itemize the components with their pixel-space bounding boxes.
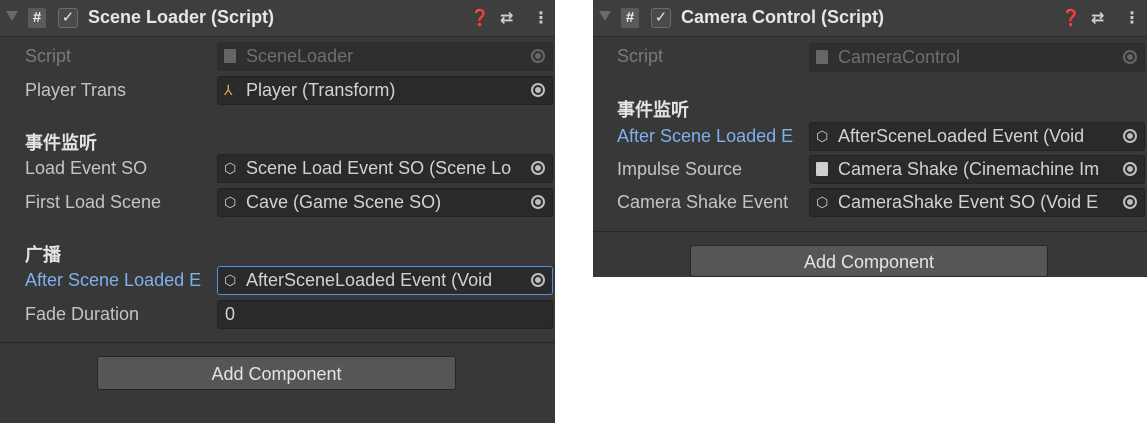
impulse-source-value: Camera Shake (Cinemachine Im bbox=[838, 159, 1100, 179]
load-event-so-value: Scene Load Event SO (Scene Lo bbox=[246, 158, 512, 178]
camera-shake-event-value: CameraShake Event SO (Void E bbox=[838, 192, 1099, 212]
object-picker-icon[interactable] bbox=[1116, 189, 1144, 216]
component-header[interactable]: # ✓ Camera Control (Script) ❓ ⇄ ⋮ bbox=[593, 0, 1147, 37]
help-icon[interactable]: ❓ bbox=[470, 8, 490, 28]
object-picker-icon[interactable] bbox=[524, 77, 552, 104]
impulse-source-field[interactable]: Camera Shake (Cinemachine Im bbox=[809, 155, 1145, 184]
script-field: SceneLoader bbox=[217, 42, 553, 71]
divider bbox=[0, 342, 555, 343]
help-icon[interactable]: ❓ bbox=[1061, 8, 1081, 28]
object-picker-icon[interactable] bbox=[524, 189, 552, 216]
foldout-caret-icon[interactable] bbox=[599, 11, 611, 21]
enabled-checkbox[interactable]: ✓ bbox=[58, 8, 78, 28]
presets-icon[interactable]: ⇄ bbox=[500, 8, 513, 28]
scriptable-object-icon: ⬡ bbox=[816, 128, 829, 144]
player-trans-value: Player (Transform) bbox=[246, 80, 396, 100]
camera-control-inspector: # ✓ Camera Control (Script) ❓ ⇄ ⋮ Script… bbox=[593, 0, 1147, 277]
enabled-checkbox[interactable]: ✓ bbox=[651, 8, 671, 28]
component-header[interactable]: # ✓ Scene Loader (Script) ❓ ⇄ ⋮ bbox=[0, 0, 555, 37]
divider bbox=[593, 231, 1147, 232]
camera-shake-event-field[interactable]: ⬡ CameraShake Event SO (Void E bbox=[809, 188, 1145, 217]
presets-icon[interactable]: ⇄ bbox=[1091, 8, 1104, 28]
object-picker-icon[interactable] bbox=[524, 155, 552, 182]
add-component-button[interactable]: Add Component bbox=[97, 356, 456, 390]
fade-duration-label: Fade Duration bbox=[25, 304, 140, 324]
object-picker-icon bbox=[1116, 44, 1144, 71]
camera-shake-event-label: Camera Shake Event bbox=[617, 192, 789, 212]
load-event-so-field[interactable]: ⬡ Scene Load Event SO (Scene Lo bbox=[217, 154, 553, 183]
object-picker-icon[interactable] bbox=[1116, 156, 1144, 183]
scriptable-object-icon: ⬡ bbox=[224, 160, 237, 176]
player-trans-field[interactable]: ⅄ Player (Transform) bbox=[217, 76, 553, 105]
scene-loader-inspector: # ✓ Scene Loader (Script) ❓ ⇄ ⋮ Script S… bbox=[0, 0, 555, 423]
csharp-script-icon bbox=[224, 49, 236, 65]
scriptable-object-icon: ⬡ bbox=[224, 272, 237, 288]
csharp-script-icon: # bbox=[621, 8, 639, 28]
first-load-scene-value: Cave (Game Scene SO) bbox=[246, 192, 442, 212]
fade-duration-input[interactable]: 0 bbox=[217, 300, 553, 329]
first-load-scene-field[interactable]: ⬡ Cave (Game Scene SO) bbox=[217, 188, 553, 217]
after-scene-loaded-label: After Scene Loaded E bbox=[25, 270, 202, 290]
component-title: Scene Loader (Script) bbox=[88, 7, 275, 27]
after-scene-loaded-field[interactable]: ⬡ AfterSceneLoaded Event (Void bbox=[809, 122, 1145, 151]
object-picker-icon bbox=[524, 43, 552, 70]
script-value: CameraControl bbox=[838, 47, 961, 67]
kebab-menu-icon[interactable]: ⋮ bbox=[533, 8, 549, 28]
kebab-menu-icon[interactable]: ⋮ bbox=[1124, 8, 1140, 28]
after-scene-loaded-field[interactable]: ⬡ AfterSceneLoaded Event (Void bbox=[217, 266, 553, 295]
component-title: Camera Control (Script) bbox=[681, 7, 885, 27]
section-heading-broadcast: 广播 bbox=[25, 245, 61, 265]
script-label: Script bbox=[617, 46, 664, 66]
csharp-script-icon bbox=[816, 50, 828, 66]
load-event-so-label: Load Event SO bbox=[25, 158, 148, 178]
after-scene-loaded-value: AfterSceneLoaded Event (Void bbox=[838, 126, 1085, 146]
impulse-source-label: Impulse Source bbox=[617, 159, 743, 179]
fade-duration-value: 0 bbox=[225, 304, 236, 324]
after-scene-loaded-label: After Scene Loaded E bbox=[617, 126, 794, 146]
transform-axis-icon: ⅄ bbox=[224, 82, 233, 98]
csharp-script-icon: # bbox=[28, 8, 46, 28]
section-heading-events: 事件监听 bbox=[25, 133, 97, 153]
script-value: SceneLoader bbox=[246, 46, 354, 66]
script-label: Script bbox=[25, 46, 72, 66]
player-trans-label: Player Trans bbox=[25, 80, 127, 100]
first-load-scene-label: First Load Scene bbox=[25, 192, 162, 212]
csharp-script-icon bbox=[816, 162, 828, 178]
scriptable-object-icon: ⬡ bbox=[224, 194, 237, 210]
add-component-button[interactable]: Add Component bbox=[690, 245, 1048, 277]
after-scene-loaded-value: AfterSceneLoaded Event (Void bbox=[246, 270, 493, 290]
section-heading-events: 事件监听 bbox=[617, 100, 689, 120]
foldout-caret-icon[interactable] bbox=[6, 11, 18, 21]
scriptable-object-icon: ⬡ bbox=[816, 194, 829, 210]
object-picker-icon[interactable] bbox=[1116, 123, 1144, 150]
script-field: CameraControl bbox=[809, 43, 1145, 72]
object-picker-icon[interactable] bbox=[524, 267, 552, 294]
